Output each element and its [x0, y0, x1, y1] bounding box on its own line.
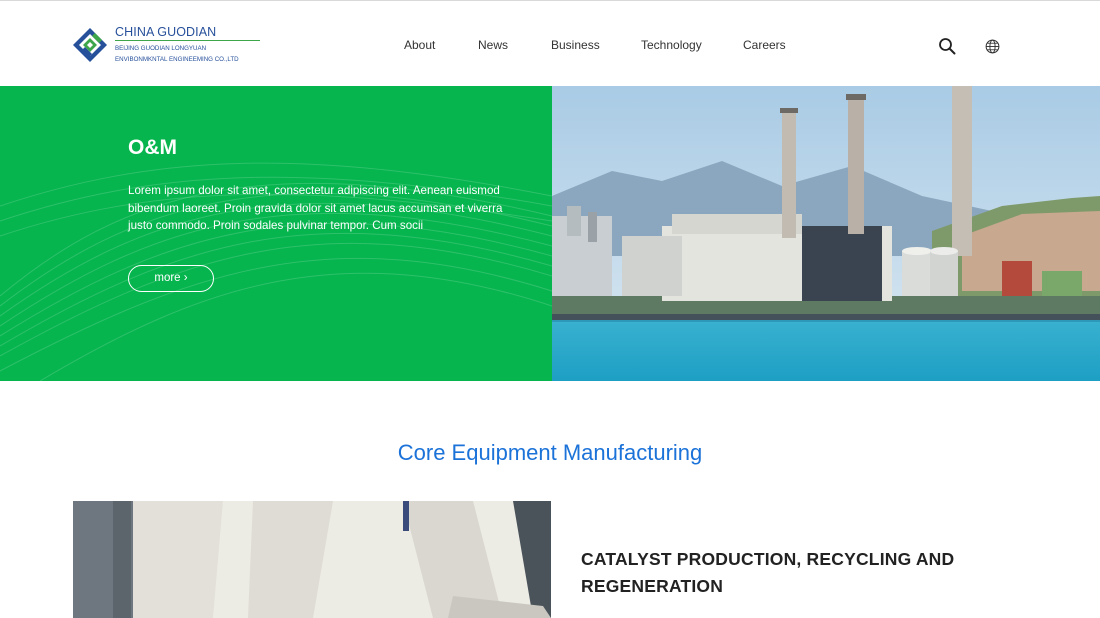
hero-banner: O&M Lorem ipsum dolor sit amet, consecte…: [0, 86, 1100, 381]
feature-title: CATALYST PRODUCTION, RECYCLING AND REGEN…: [581, 549, 955, 596]
nav-about[interactable]: About: [404, 38, 478, 52]
nav-news[interactable]: News: [478, 38, 551, 52]
nav-business[interactable]: Business: [551, 38, 641, 52]
hero-description: Lorem ipsum dolor sit amet, consectetur …: [128, 184, 503, 232]
hero-title: O&M: [128, 136, 177, 159]
site-header: CHINA GUODIAN BEIJING GUODIAN LONGYUAN E…: [0, 1, 1100, 86]
nav-technology[interactable]: Technology: [641, 38, 743, 52]
section-title: Core Equipment Manufacturing: [397, 440, 703, 465]
brand-subtitle-1: BEIJING GUODIAN LONGYUAN: [115, 45, 207, 52]
globe-icon[interactable]: [982, 36, 1002, 56]
hero-text-panel: O&M Lorem ipsum dolor sit amet, consecte…: [0, 86, 552, 381]
guodian-logo-icon: [73, 28, 107, 62]
nav-careers[interactable]: Careers: [743, 38, 803, 52]
power-plant-photo: [552, 86, 1100, 381]
more-button[interactable]: more ›: [128, 265, 214, 292]
worker-photo: [73, 501, 551, 618]
header-tools: [937, 36, 1002, 56]
logo[interactable]: CHINA GUODIAN BEIJING GUODIAN LONGYUAN E…: [72, 25, 265, 65]
brand-divider: [115, 40, 260, 41]
brand-title: CHINA GUODIAN: [115, 25, 217, 39]
main-nav: About News Business Technology Careers: [404, 38, 803, 52]
search-icon[interactable]: [937, 36, 957, 56]
brand-subtitle-2: ENVIBONMKNTAL ENGINEEMING CO.,LTD: [115, 56, 239, 63]
